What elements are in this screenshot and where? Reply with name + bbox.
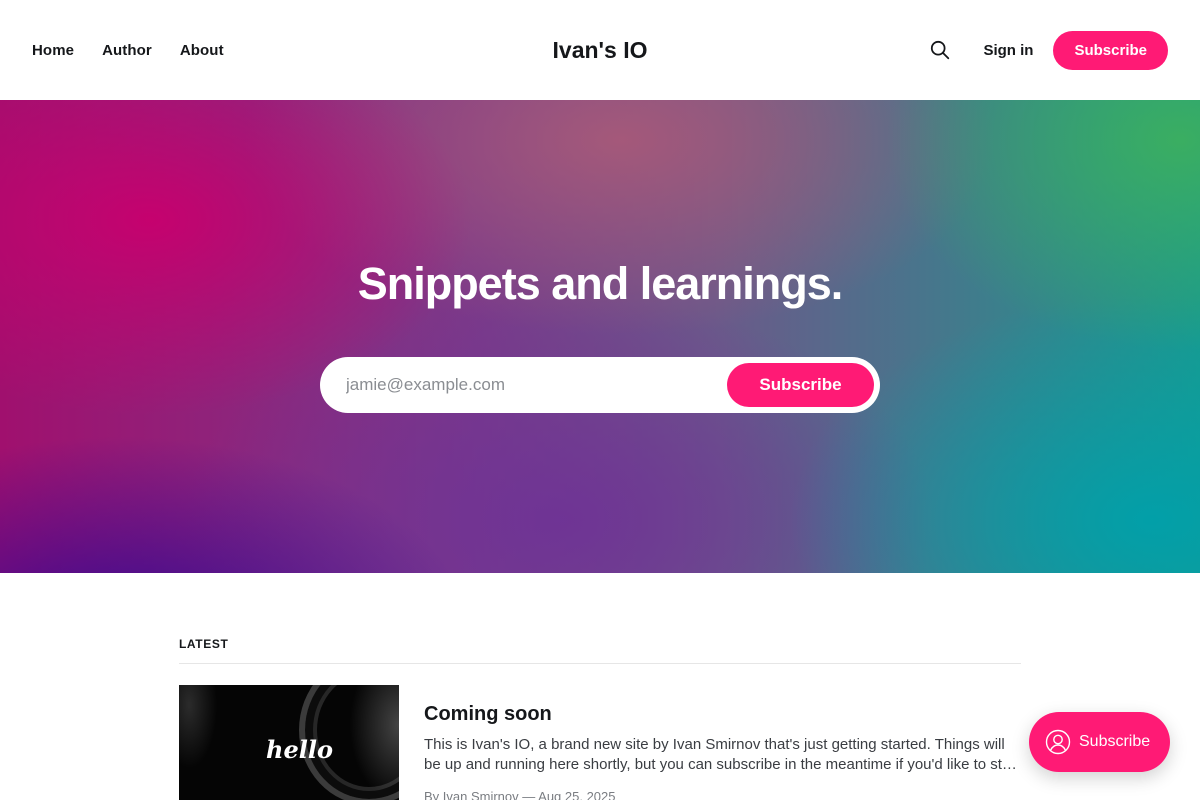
nav-author-link[interactable]: Author (102, 42, 152, 59)
site-header: Home Author About Ivan's IO Sign in Subs… (0, 0, 1200, 100)
portal-subscribe-label: Subscribe (1079, 733, 1151, 750)
post-excerpt: This is Ivan's IO, a brand new site by I… (424, 736, 1018, 773)
header-actions: Sign in Subscribe (928, 0, 1168, 100)
post-title[interactable]: Coming soon (424, 703, 552, 726)
latest-section-label: LATEST (179, 637, 229, 651)
email-input[interactable] (346, 357, 726, 413)
hero-subscribe-form: Subscribe (320, 357, 880, 413)
nav-home-link[interactable]: Home (32, 42, 74, 59)
main-nav: Home Author About (32, 0, 224, 100)
hero-subscribe-button[interactable]: Subscribe (727, 363, 874, 407)
post-meta: By Ivan Smirnov — Aug 25, 2025 (424, 789, 616, 800)
header-subscribe-button[interactable]: Subscribe (1053, 30, 1168, 70)
post-card[interactable]: hello Coming soon This is Ivan's IO, a b… (179, 685, 1021, 800)
hero-section: Snippets and learnings. Subscribe (0, 100, 1200, 573)
search-icon (931, 40, 950, 60)
user-circle-icon (1045, 729, 1071, 755)
portal-subscribe-button[interactable]: Subscribe (1029, 712, 1170, 772)
thumbnail-text: hello (266, 735, 333, 764)
site-title[interactable]: Ivan's IO (553, 37, 648, 64)
signin-link[interactable]: Sign in (983, 42, 1033, 59)
nav-about-link[interactable]: About (180, 42, 224, 59)
hero-title: Snippets and learnings. (357, 258, 844, 309)
post-thumbnail[interactable]: hello (179, 685, 399, 800)
search-button[interactable] (928, 38, 952, 62)
section-divider (179, 663, 1021, 664)
